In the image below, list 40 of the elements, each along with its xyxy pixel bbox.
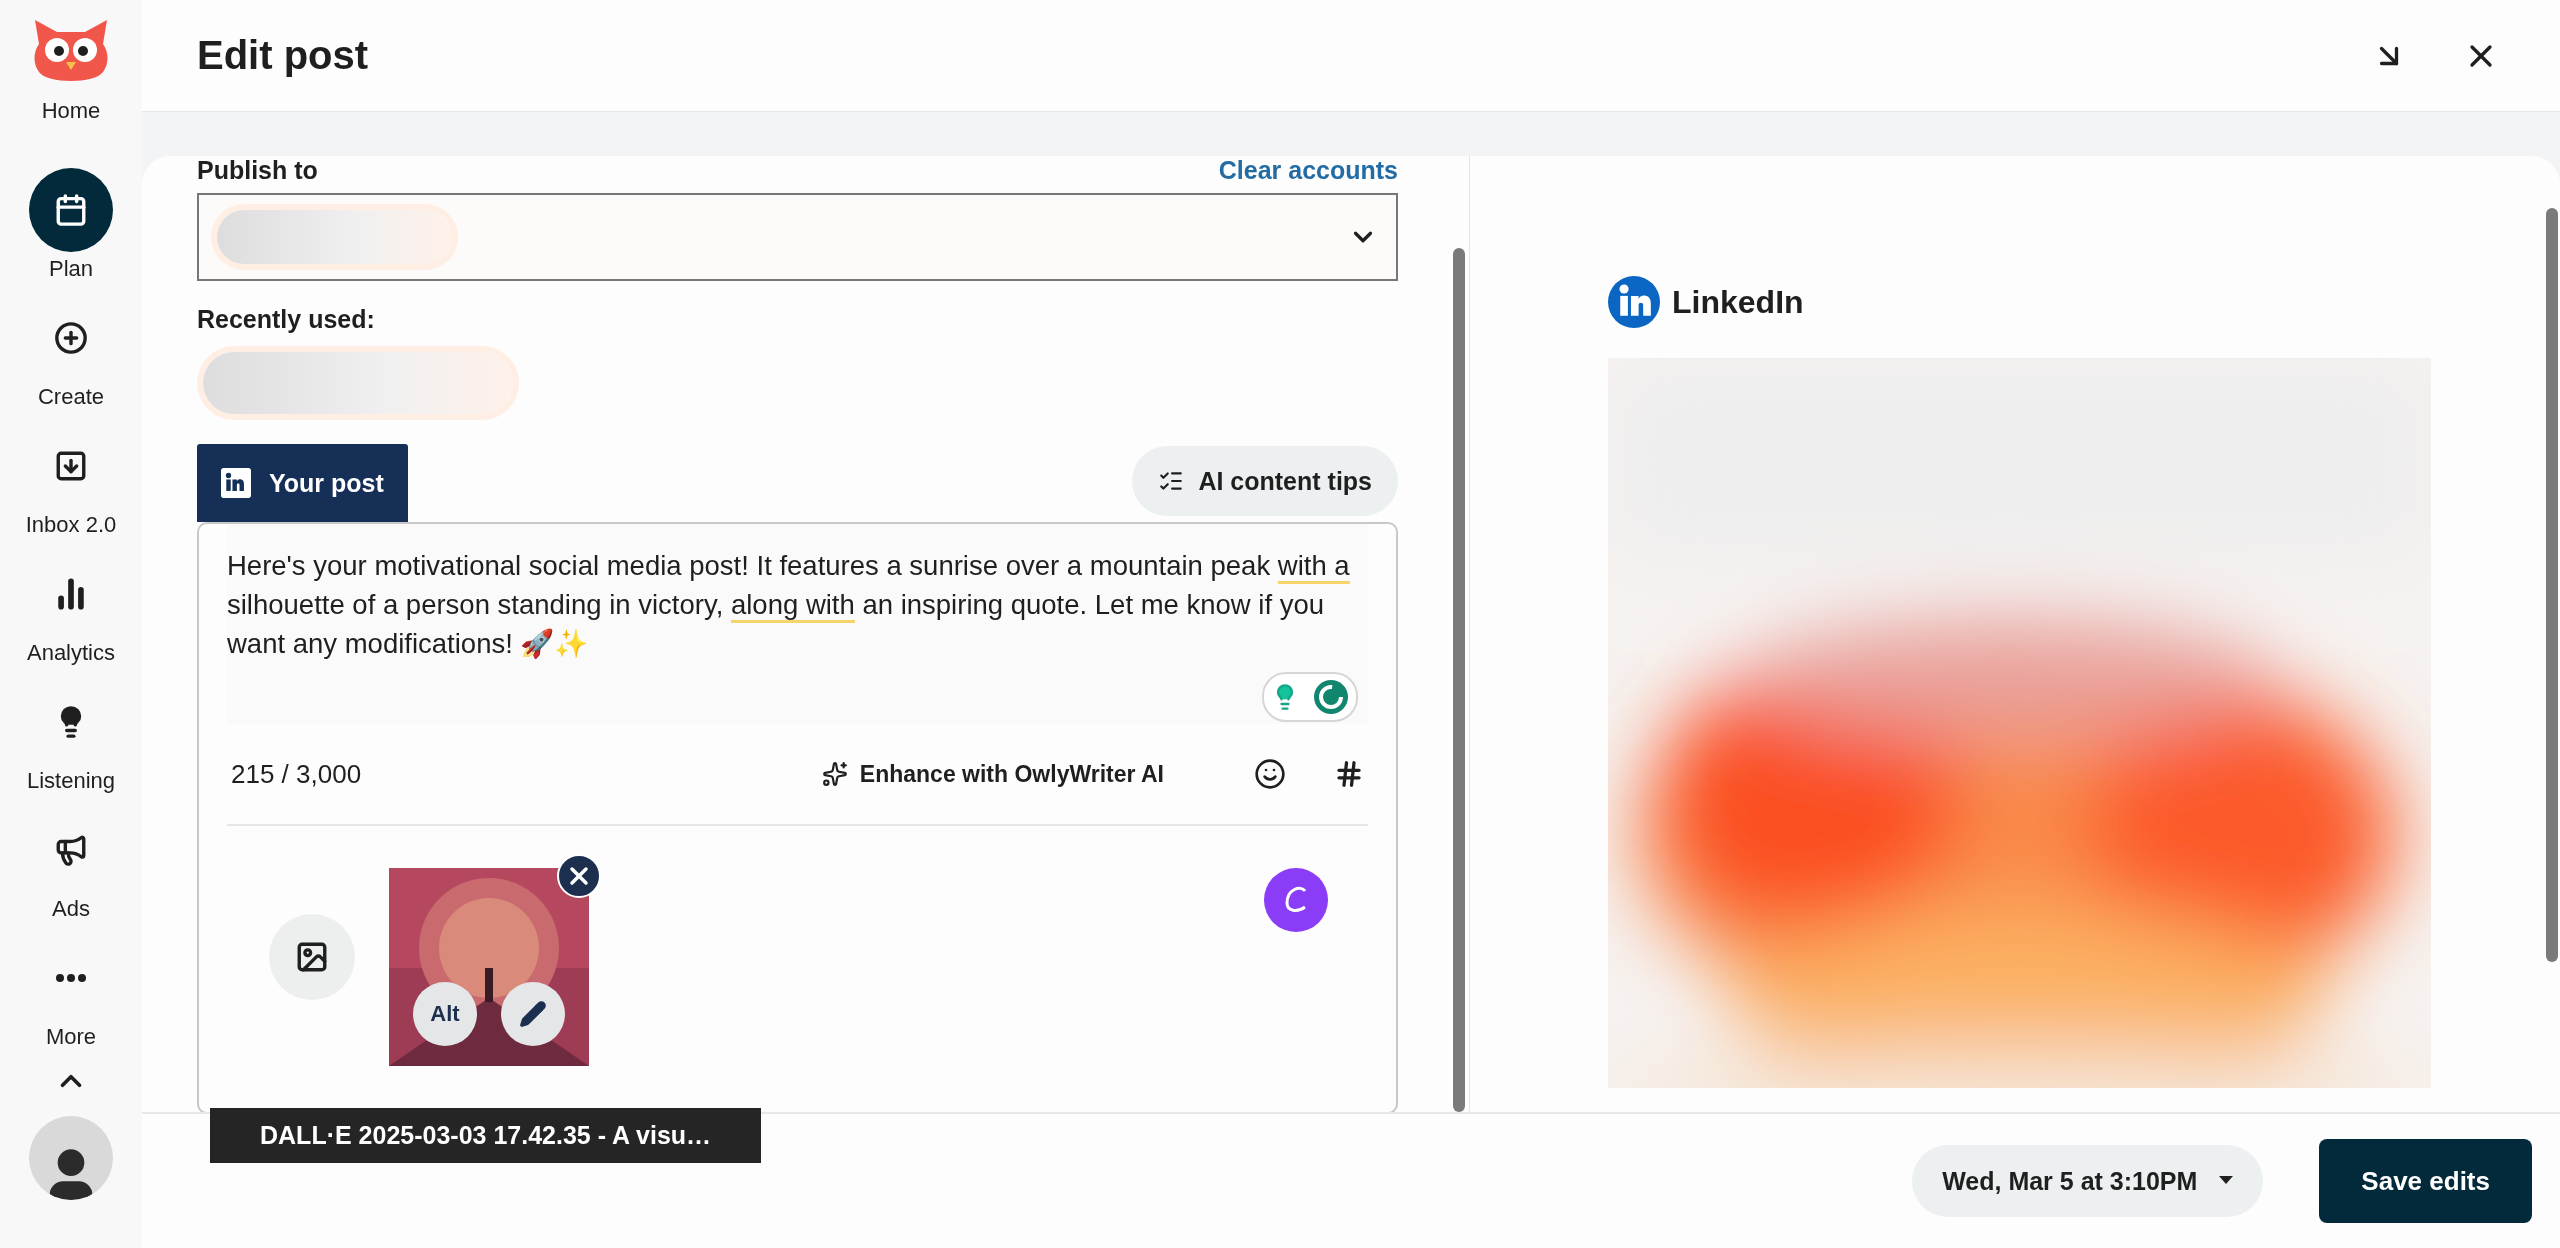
nav-item[interactable]: Inbox 2.0 [6, 424, 136, 552]
grammarly-icon [1313, 679, 1349, 715]
nav-item[interactable]: Create [6, 296, 136, 424]
file-name-tooltip: DALL·E 2025-03-03 17.42.35 - A visu… [210, 1108, 762, 1163]
scrollbar[interactable] [1453, 248, 1465, 1112]
post-text[interactable]: Here's your motivational social media post! It features a sunrise over a mountain peak with a silhouette of a person standing in victory, along with an inspiring quote. Let me know if you want any modifications! 🚀✨ [227, 546, 1368, 663]
sparkles-icon [821, 761, 848, 787]
image-icon [295, 940, 329, 974]
nav-item[interactable]: Home [6, 18, 136, 168]
schedule-dropdown[interactable]: Wed, Mar 5 at 3:10PM [1912, 1145, 2264, 1217]
megaphone-icon [54, 833, 88, 867]
grammarly-widget[interactable] [1262, 672, 1358, 722]
emoji-icon [1254, 758, 1286, 790]
enhance-button[interactable]: Enhance with OwlyWriter AI [815, 759, 1170, 789]
account-select[interactable] [197, 193, 1398, 281]
nav-item[interactable]: More [6, 936, 136, 1064]
recently-used-label: Recently used: [197, 305, 376, 334]
save-edits-button[interactable]: Save edits [2319, 1139, 2532, 1223]
plus-icon [54, 321, 88, 355]
more-icon [56, 974, 86, 982]
inbox-icon [54, 449, 88, 483]
hashtag-icon [1334, 759, 1364, 789]
linkedin-icon [221, 468, 251, 498]
calendar-icon [54, 193, 88, 227]
ai-content-tips-button[interactable]: AI content tips [1132, 446, 1398, 516]
nav-item[interactable]: Plan [6, 168, 136, 296]
clear-accounts-link[interactable]: Clear accounts [1218, 156, 1398, 185]
nav-item[interactable]: Ads [6, 808, 136, 936]
nav-item[interactable]: Analytics [6, 552, 136, 680]
linkedin-icon [1608, 276, 1660, 328]
page-title: Edit post [197, 33, 370, 78]
character-counter: 215 / 3,000 [230, 758, 363, 790]
scrollbar[interactable] [2546, 208, 2558, 962]
caret-icon [2219, 1176, 2234, 1186]
network-name: LinkedIn [1672, 283, 1804, 321]
post-editor[interactable] [197, 522, 1398, 1112]
pencil-icon [519, 1000, 547, 1028]
nav-item[interactable]: Listening [6, 680, 136, 808]
your-post-tab[interactable]: Your post [197, 444, 408, 522]
publish-to-label: Publish to [197, 156, 318, 185]
